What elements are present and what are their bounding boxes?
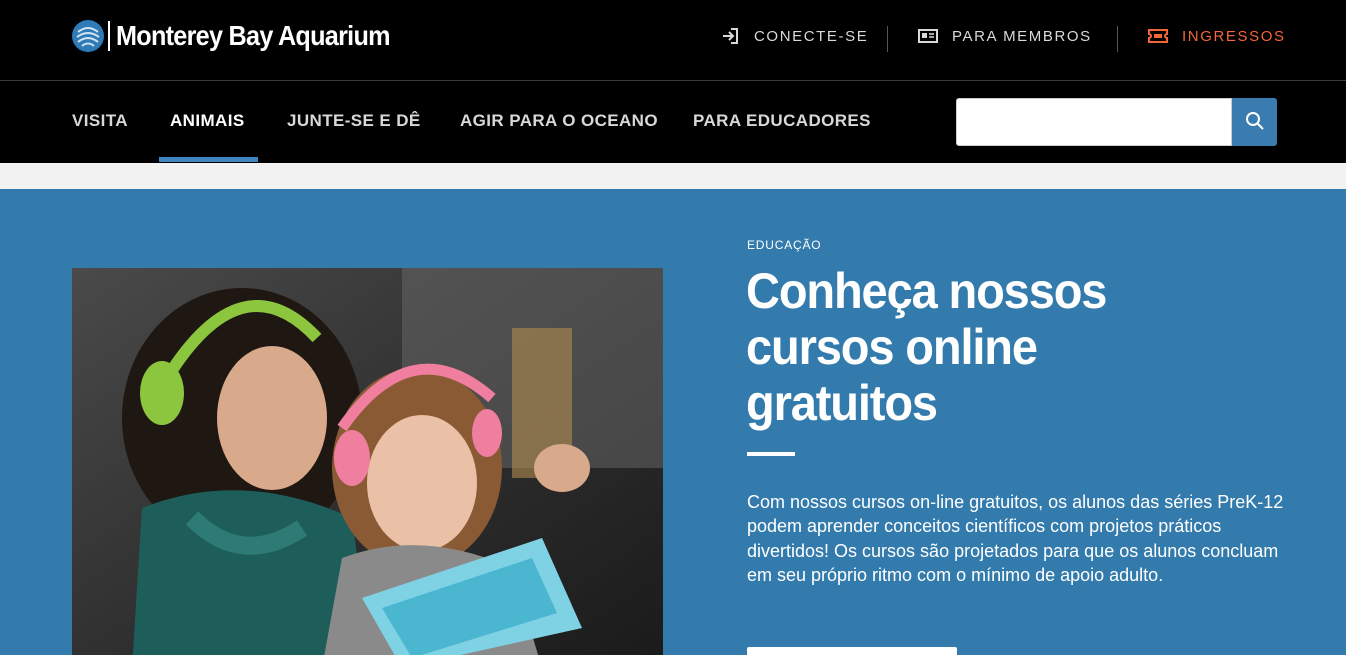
- nav-item-visita[interactable]: VISITA: [72, 111, 128, 131]
- nav-item-educadores[interactable]: PARA EDUCADORES: [693, 111, 871, 131]
- nav-active-indicator: [159, 157, 258, 162]
- member-card-icon: [918, 26, 938, 46]
- search-form: [956, 98, 1277, 146]
- search-icon: [1245, 111, 1265, 134]
- aquarium-logo-icon: [72, 20, 104, 52]
- hero-eyebrow: EDUCAÇÃO: [747, 238, 822, 252]
- search-button[interactable]: [1232, 98, 1277, 146]
- hero-photo: [72, 268, 663, 655]
- hero-title: Conheça nossos cursos online gratuitos: [746, 263, 1107, 431]
- tickets-label: INGRESSOS: [1182, 27, 1286, 45]
- search-input[interactable]: [956, 98, 1232, 146]
- hero-rule: [747, 452, 795, 456]
- nav-item-animais[interactable]: ANIMAIS: [170, 111, 245, 131]
- nav-item-junte-se[interactable]: JUNTE-SE E DÊ: [287, 111, 421, 131]
- nav-item-agir-oceano[interactable]: AGIR PARA O OCEANO: [460, 111, 658, 131]
- utility-divider: [887, 26, 888, 52]
- alert-strip: [0, 163, 1346, 189]
- site-logo[interactable]: Monterey Bay Aquarium: [72, 20, 420, 52]
- logo-divider: [108, 21, 110, 51]
- ticket-icon: [1148, 26, 1168, 46]
- top-bar: Monterey Bay Aquarium CONECTE-SE PARA ME…: [0, 0, 1346, 80]
- hero-cta-button[interactable]: [747, 647, 957, 655]
- hero-description: Com nossos cursos on-line gratuitos, os …: [747, 492, 1284, 585]
- tickets-link[interactable]: INGRESSOS: [1148, 26, 1286, 46]
- login-arrow-icon: [720, 26, 740, 46]
- members-link[interactable]: PARA MEMBROS: [918, 26, 1092, 46]
- utility-divider: [1117, 26, 1118, 52]
- login-label: CONECTE-SE: [754, 27, 869, 45]
- logo-text: Monterey Bay Aquarium: [116, 20, 391, 51]
- login-link[interactable]: CONECTE-SE: [720, 26, 868, 46]
- hero-section: EDUCAÇÃO Conheça nossos cursos online gr…: [0, 189, 1346, 655]
- main-nav: VISITA ANIMAIS JUNTE-SE E DÊ AGIR PARA O…: [0, 81, 1346, 163]
- members-label: PARA MEMBROS: [952, 27, 1092, 45]
